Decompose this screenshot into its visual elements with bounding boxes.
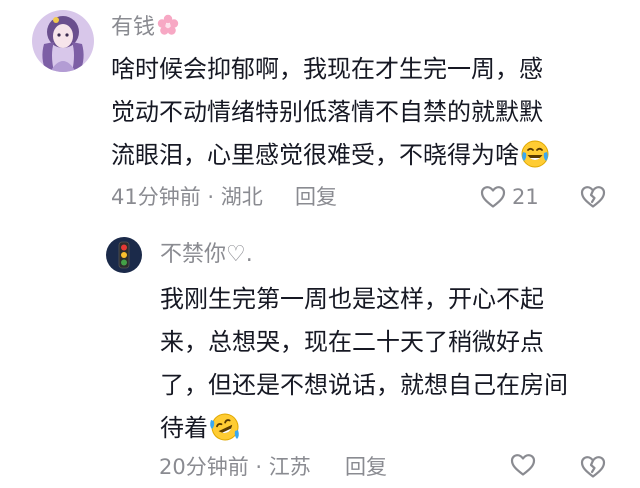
comment-text-line: 了，但还是不想说话，就想自己在房间 bbox=[160, 371, 568, 399]
reply-button[interactable]: 回复 bbox=[295, 183, 337, 211]
comment-text-line: 待着 bbox=[160, 414, 208, 442]
broken-heart-outline-icon bbox=[580, 185, 606, 209]
comment-text: 我刚生完第一周也是这样，开心不起 来，总想哭，现在二十天了稍微好点 了，但还是不… bbox=[160, 278, 568, 456]
like-count: 21 bbox=[512, 185, 539, 209]
comment-item: 有钱 啥时候会抑郁啊，我现在才生完一周，感 觉动不动情绪特别低落情不自禁的就默默… bbox=[0, 0, 640, 220]
like-button[interactable] bbox=[510, 453, 542, 477]
face-with-tears-of-joy-icon bbox=[520, 139, 550, 183]
dislike-button[interactable] bbox=[580, 455, 606, 479]
heart-outline-icon bbox=[480, 185, 506, 209]
comment-text-line: 我刚生完第一周也是这样，开心不起 bbox=[160, 285, 544, 313]
broken-heart-outline-icon bbox=[580, 455, 606, 479]
comment-text-line: 觉动不动情绪特别低落情不自禁的就默默 bbox=[111, 98, 543, 126]
like-button[interactable]: 21 bbox=[480, 183, 539, 211]
comment-text-line: 来，总想哭，现在二十天了稍微好点 bbox=[160, 328, 544, 356]
comment-text-line: 啥时候会抑郁啊，我现在才生完一周，感 bbox=[111, 55, 543, 83]
comment-meta: 20分钟前 · 江苏 bbox=[159, 455, 311, 479]
reply-button[interactable]: 回复 bbox=[345, 453, 387, 481]
comment-text-line: 流眼泪，心里感觉很难受，不晓得为啥 bbox=[111, 141, 519, 169]
username[interactable]: 不禁你♡. bbox=[160, 241, 253, 269]
heart-outline-icon bbox=[510, 453, 536, 477]
rolling-on-floor-laughing-icon bbox=[209, 412, 241, 456]
comment-text-line-wrap: 流眼泪，心里感觉很难受，不晓得为啥 bbox=[111, 134, 550, 183]
reply-comment-item: 不禁你♡. 我刚生完第一周也是这样，开心不起 来，总想哭，现在二十天了稍微好点 … bbox=[0, 225, 640, 488]
username[interactable]: 有钱 bbox=[111, 14, 179, 44]
comment-meta: 41分钟前 · 湖北 bbox=[111, 185, 263, 209]
username-text: 有钱 bbox=[111, 15, 156, 40]
cherry-blossom-icon bbox=[157, 14, 179, 44]
comment-text: 啥时候会抑郁啊，我现在才生完一周，感 觉动不动情绪特别低落情不自禁的就默默 流眼… bbox=[111, 48, 550, 183]
avatar[interactable] bbox=[106, 237, 142, 273]
comment-text-line-wrap: 待着 bbox=[160, 407, 568, 456]
dislike-button[interactable] bbox=[580, 185, 606, 209]
avatar[interactable] bbox=[32, 10, 94, 72]
